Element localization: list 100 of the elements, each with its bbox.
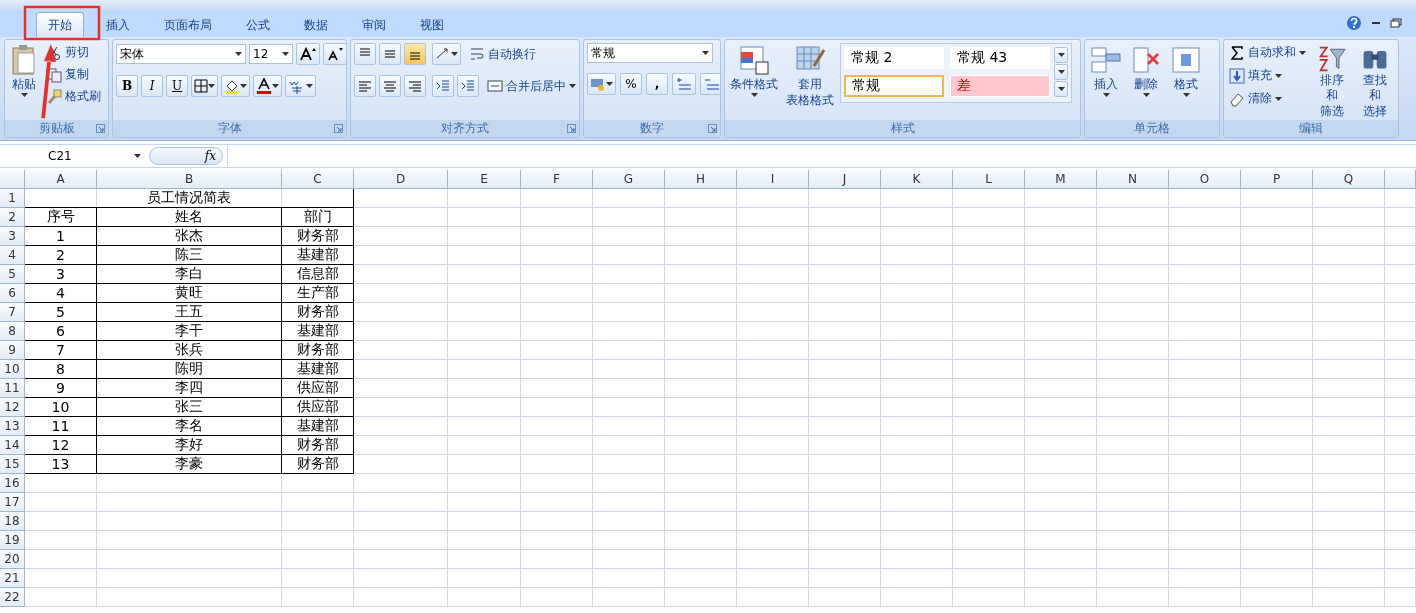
table-format-button[interactable]: 套用 表格格式	[784, 43, 836, 120]
column-header[interactable]: A	[25, 170, 97, 189]
insert-button[interactable]: 插入	[1088, 43, 1124, 120]
row-header[interactable]: 13	[0, 417, 25, 436]
vertical-align-button[interactable]	[354, 43, 376, 65]
cell-style-item[interactable]: 常规	[844, 75, 944, 97]
row-header[interactable]: 2	[0, 208, 25, 227]
column-header[interactable]: H	[665, 170, 737, 189]
row-header[interactable]: 7	[0, 303, 25, 322]
paste-button[interactable]: 粘贴	[8, 43, 40, 120]
row-header[interactable]: 17	[0, 493, 25, 512]
gallery-scroll-button[interactable]	[1054, 81, 1068, 97]
ribbon-tab[interactable]: 公式	[234, 12, 282, 37]
row-header[interactable]: 20	[0, 550, 25, 569]
vertical-align-button[interactable]	[404, 43, 426, 65]
clipboard-icon	[10, 44, 38, 76]
row-header[interactable]: 18	[0, 512, 25, 531]
vertical-align-button[interactable]	[379, 43, 401, 65]
row-header[interactable]: 14	[0, 436, 25, 455]
fill-button[interactable]: 填充	[1227, 66, 1308, 85]
dialog-launcher-icon[interactable]	[334, 124, 343, 133]
ribbon-tab[interactable]: 开始	[36, 12, 84, 37]
ribbon-tab[interactable]: 视图	[408, 12, 456, 37]
column-header[interactable]: K	[881, 170, 953, 189]
row-header[interactable]: 12	[0, 398, 25, 417]
bold-button[interactable]: B	[116, 75, 138, 97]
row-header[interactable]: 19	[0, 531, 25, 550]
find-button[interactable]: 查找和 选择	[1355, 43, 1395, 120]
ribbon-tab[interactable]: 审阅	[350, 12, 398, 37]
painter-button[interactable]: 格式刷	[44, 87, 103, 106]
font-size-field[interactable]: 12	[249, 44, 293, 64]
row-header[interactable]: 8	[0, 322, 25, 341]
indent-button[interactable]	[432, 75, 454, 97]
currency-button[interactable]	[587, 73, 616, 95]
column-header[interactable]: D	[354, 170, 448, 189]
indent-button[interactable]	[457, 75, 479, 97]
ribbon-tab[interactable]: 页面布局	[152, 12, 224, 37]
horizontal-align-button[interactable]	[404, 75, 426, 97]
column-header[interactable]: B	[97, 170, 282, 189]
underline-button[interactable]: U	[166, 75, 188, 97]
column-header[interactable]: Q	[1313, 170, 1385, 189]
dialog-launcher-icon[interactable]	[567, 124, 576, 133]
row-header[interactable]: 9	[0, 341, 25, 360]
column-header[interactable]: O	[1169, 170, 1241, 189]
row-header[interactable]: 11	[0, 379, 25, 398]
column-header[interactable]: L	[953, 170, 1025, 189]
row-header[interactable]: 21	[0, 569, 25, 588]
row-header[interactable]: 3	[0, 227, 25, 246]
row-header[interactable]: 16	[0, 474, 25, 493]
ribbon-tab[interactable]: 插入	[94, 12, 142, 37]
sum-button[interactable]: 自动求和	[1227, 43, 1308, 62]
name-box[interactable]: C21	[0, 146, 145, 166]
number-format-field[interactable]: 常规	[587, 43, 713, 63]
fill-color-button[interactable]	[221, 75, 250, 97]
dialog-launcher-icon[interactable]	[708, 124, 717, 133]
insert-function-button[interactable]: fx	[149, 147, 223, 165]
orientation-button[interactable]	[432, 43, 461, 65]
row-header[interactable]: 5	[0, 265, 25, 284]
row-header[interactable]: 10	[0, 360, 25, 379]
gallery-scroll-button[interactable]	[1054, 47, 1068, 63]
conditional-format-button[interactable]: 条件格式	[728, 43, 780, 120]
comma-button[interactable]: ,	[646, 73, 668, 95]
decrease-decimal-button[interactable]	[700, 73, 720, 95]
column-header[interactable]: J	[809, 170, 881, 189]
column-header[interactable]: E	[448, 170, 521, 189]
row-header[interactable]: 1	[0, 189, 25, 208]
italic-button[interactable]: I	[141, 75, 163, 97]
cell-style-item[interactable]: 差	[950, 75, 1050, 97]
font-name-field[interactable]: 宋体	[116, 44, 246, 64]
dialog-launcher-icon[interactable]	[96, 124, 105, 133]
percent-button[interactable]: %	[620, 73, 642, 95]
column-header[interactable]: P	[1241, 170, 1313, 189]
sort-button[interactable]: 排序和 筛选	[1312, 43, 1352, 120]
column-header[interactable]: N	[1097, 170, 1169, 189]
increase-decimal-button[interactable]	[672, 73, 696, 95]
cell-style-item[interactable]: 常规 43	[950, 47, 1050, 69]
column-header[interactable]: I	[737, 170, 809, 189]
column-header[interactable]: C	[282, 170, 354, 189]
ribbon-tab[interactable]: 数据	[292, 12, 340, 37]
row-header[interactable]: 15	[0, 455, 25, 474]
delete-button[interactable]: 删除	[1128, 43, 1164, 120]
horizontal-align-button[interactable]	[379, 75, 401, 97]
merge-center-button[interactable]: 合并后居中	[485, 76, 578, 96]
wrap-text-button[interactable]: 自动换行	[467, 44, 538, 64]
horizontal-align-button[interactable]	[354, 75, 376, 97]
cell-style-item[interactable]: 常规 2	[844, 47, 944, 69]
row-header[interactable]: 4	[0, 246, 25, 265]
grow-font-button[interactable]	[296, 43, 320, 65]
borders-button[interactable]	[191, 75, 218, 97]
row-header[interactable]: 22	[0, 588, 25, 607]
gallery-scroll-button[interactable]	[1054, 64, 1068, 80]
clear-button[interactable]: 清除	[1227, 89, 1308, 108]
column-header[interactable]: F	[521, 170, 593, 189]
shrink-font-button[interactable]	[323, 43, 346, 65]
phonetic-guide-button[interactable]	[285, 75, 316, 97]
font-color-button[interactable]	[253, 75, 282, 97]
column-header[interactable]: M	[1025, 170, 1097, 189]
format-button[interactable]: 格式	[1168, 43, 1204, 120]
column-header[interactable]: G	[593, 170, 665, 189]
row-header[interactable]: 6	[0, 284, 25, 303]
